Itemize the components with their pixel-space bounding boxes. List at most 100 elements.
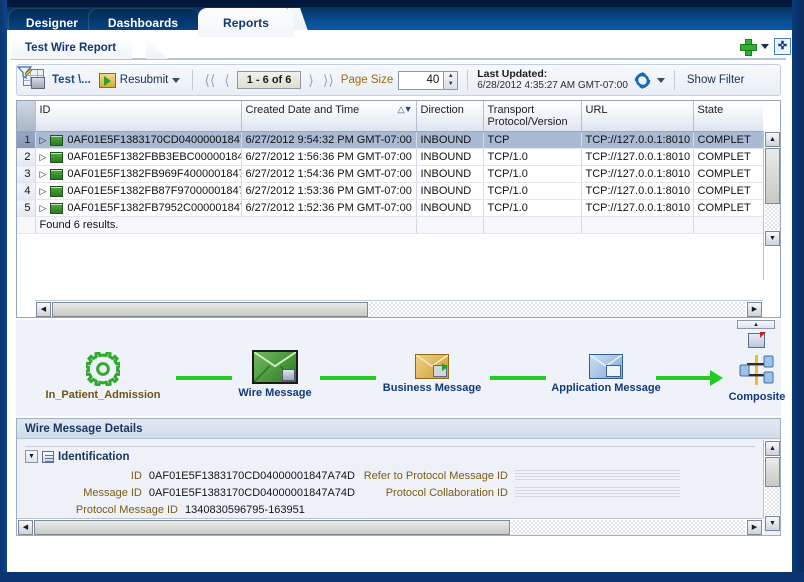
triangle-right-icon[interactable]: ▷ xyxy=(40,169,47,179)
report-subtab[interactable]: Test Wire Report xyxy=(11,37,133,59)
green-arrow-badge-icon xyxy=(442,363,448,371)
orange-envelope-icon xyxy=(415,354,449,379)
last-updated-label: Last Updated: xyxy=(477,68,548,81)
last-page-button[interactable]: ⟩⟩ xyxy=(321,73,336,87)
grid-hscroll-track[interactable] xyxy=(369,301,745,317)
triangle-right-icon[interactable]: ▷ xyxy=(40,203,47,213)
chevron-down-icon[interactable] xyxy=(761,44,769,49)
flow-node-in-patient-admission[interactable]: In_Patient_Admission xyxy=(38,350,168,401)
table-row[interactable]: 4 ▷ 0AF01E5F1382FB87F97000001847A6F1 6/2… xyxy=(17,182,763,200)
flow-node-application-message[interactable]: Application Message xyxy=(544,354,668,394)
triangle-right-icon[interactable]: ▷ xyxy=(40,186,47,196)
field-refer-protocol-message-id: Refer to Protocol Message ID xyxy=(355,469,680,482)
cell-direction: INBOUND xyxy=(416,131,484,149)
field-id-label: ID xyxy=(130,469,142,482)
properties-icon[interactable] xyxy=(747,332,766,348)
scroll-right-button[interactable]: ▶ xyxy=(747,301,762,317)
resubmit-button[interactable]: Resubmit xyxy=(96,71,184,90)
add-report-icon[interactable] xyxy=(739,38,757,56)
section-identification-title: Identification xyxy=(58,450,130,463)
details-vscroll-track[interactable] xyxy=(765,487,780,515)
tab-reports[interactable]: Reports xyxy=(198,8,294,37)
cell-id-text: 0AF01E5F1383170CD04000001847A74D xyxy=(67,134,240,146)
cell-id: ▷ 0AF01E5F1382FB7952C000001847A6D7 xyxy=(35,199,242,217)
page-size-stepper[interactable]: 40 ▲ ▼ xyxy=(398,70,459,90)
tab-actions: ✜ xyxy=(739,38,791,56)
section-identification-header[interactable]: ▼ Identification xyxy=(25,450,755,463)
table-row[interactable]: 5 ▷ 0AF01E5F1382FB7952C000001847A6D7 6/2… xyxy=(17,199,763,217)
flow-tools: ▲ xyxy=(737,320,775,348)
refresh-chevron-down-icon[interactable] xyxy=(656,77,665,83)
page-size-spinner[interactable]: ▲ ▼ xyxy=(444,70,459,90)
close-icon[interactable]: ✜ xyxy=(774,38,791,55)
show-filter-label: Show Filter xyxy=(686,74,745,86)
field-protocol-collaboration-id-label: Protocol Collaboration ID xyxy=(385,486,508,499)
table-row[interactable]: 2 ▷ 0AF01E5F1382FBB3EBC000001847A721 6/2… xyxy=(17,148,763,166)
green-envelope-icon xyxy=(50,185,64,197)
grid-vertical-scrollbar[interactable]: ▲ ▼ xyxy=(763,131,780,280)
chevron-down-icon[interactable]: ▼ xyxy=(25,450,38,463)
field-message-id-value: 0AF01E5F1383170CD04000001847A74D xyxy=(148,486,355,499)
connector-1 xyxy=(176,376,232,380)
flow-node-composite[interactable]: Composite xyxy=(718,354,796,403)
flow-node-business-message[interactable]: Business Message xyxy=(376,354,488,394)
report-content: Test \... Resubmit ⟨⟨ ⟨ 1 - 6 of 6 ⟩ ⟩⟩ … xyxy=(11,62,786,540)
cell-transport: TCP xyxy=(483,131,582,149)
page-size-input[interactable]: 40 xyxy=(398,70,445,90)
sort-asc-desc-icon[interactable]: △▼ xyxy=(398,104,413,115)
report-subtab-label: Test Wire Report xyxy=(25,42,117,54)
flow-node-wire-message[interactable]: Wire Message xyxy=(228,350,322,399)
details-horizontal-scrollbar[interactable]: ◀ ▶ xyxy=(17,518,763,535)
show-filter-button[interactable]: Show Filter xyxy=(17,66,748,88)
grid-vscroll-track[interactable] xyxy=(765,204,780,230)
grid-corner-cell[interactable] xyxy=(17,101,36,132)
column-header-created[interactable]: △▼ Created Date and Time xyxy=(241,101,417,132)
details-scroll-down-button[interactable]: ▼ xyxy=(765,516,780,531)
scroll-down-button[interactable]: ▼ xyxy=(765,231,780,246)
plug-badge-icon xyxy=(282,369,295,381)
grid-horizontal-scrollbar[interactable]: ◀ ▶ xyxy=(35,300,763,317)
column-header-state[interactable]: State xyxy=(693,101,763,132)
details-vscroll-thumb[interactable] xyxy=(765,457,780,487)
chevron-down-icon xyxy=(172,77,181,83)
cell-direction: INBOUND xyxy=(416,148,484,166)
cell-id: ▷ 0AF01E5F1383170CD04000001847A74D xyxy=(35,131,242,149)
details-hscroll-track[interactable] xyxy=(511,519,745,535)
details-scroll-up-button[interactable]: ▲ xyxy=(765,441,780,456)
column-header-state-label: State xyxy=(697,104,724,116)
details-scroll-right-button[interactable]: ▶ xyxy=(747,519,762,535)
spinner-up-icon[interactable]: ▲ xyxy=(444,72,457,81)
refresh-icon[interactable] xyxy=(633,71,652,89)
triangle-right-icon[interactable]: ▷ xyxy=(40,152,47,162)
collapse-up-icon[interactable]: ▲ xyxy=(737,320,775,329)
details-scroll-left-button[interactable]: ◀ xyxy=(18,519,33,535)
cell-state: COMPLET xyxy=(693,199,763,217)
column-header-url[interactable]: URL xyxy=(581,101,694,132)
triangle-right-icon[interactable]: ▷ xyxy=(40,135,47,145)
grid-hscroll-thumb[interactable] xyxy=(52,301,368,317)
table-body: 1 ▷ 0AF01E5F1383170CD04000001847A74D 6/2… xyxy=(17,131,763,234)
message-flow-diagram: ▲ In_Patient_Admission Wire Message Busi… xyxy=(16,320,785,416)
column-header-id[interactable]: ID xyxy=(35,101,242,132)
first-page-button[interactable]: ⟨⟨ xyxy=(202,73,217,87)
tab-reports-label: Reports xyxy=(222,15,270,30)
row-number: 2 xyxy=(17,148,36,166)
field-row: Message ID 0AF01E5F1383170CD04000001847A… xyxy=(25,484,755,501)
table-row[interactable]: 3 ▷ 0AF01E5F1382FB969F4000001847A709 6/2… xyxy=(17,165,763,183)
connector-2 xyxy=(320,376,376,380)
table-row[interactable]: 1 ▷ 0AF01E5F1383170CD04000001847A74D 6/2… xyxy=(17,131,763,149)
column-header-transport[interactable]: Transport Protocol/Version xyxy=(483,101,582,132)
spinner-down-icon[interactable]: ▼ xyxy=(444,80,457,89)
column-header-direction[interactable]: Direction xyxy=(416,101,484,132)
green-envelope-large-icon xyxy=(252,350,298,384)
scroll-left-button[interactable]: ◀ xyxy=(36,301,51,317)
details-vertical-scrollbar[interactable]: ▲ ▼ xyxy=(763,440,780,531)
next-page-button[interactable]: ⟩ xyxy=(306,73,315,87)
prev-page-button[interactable]: ⟨ xyxy=(222,73,231,87)
cell-created: 6/27/2012 1:53:36 PM GMT-07:00 xyxy=(241,182,417,200)
composite-icon xyxy=(739,354,775,388)
cell-url: TCP://127.0.0.1:8010 xyxy=(581,148,694,166)
details-hscroll-thumb[interactable] xyxy=(34,519,510,535)
grid-vscroll-thumb[interactable] xyxy=(765,148,780,204)
scroll-up-button[interactable]: ▲ xyxy=(765,132,780,147)
